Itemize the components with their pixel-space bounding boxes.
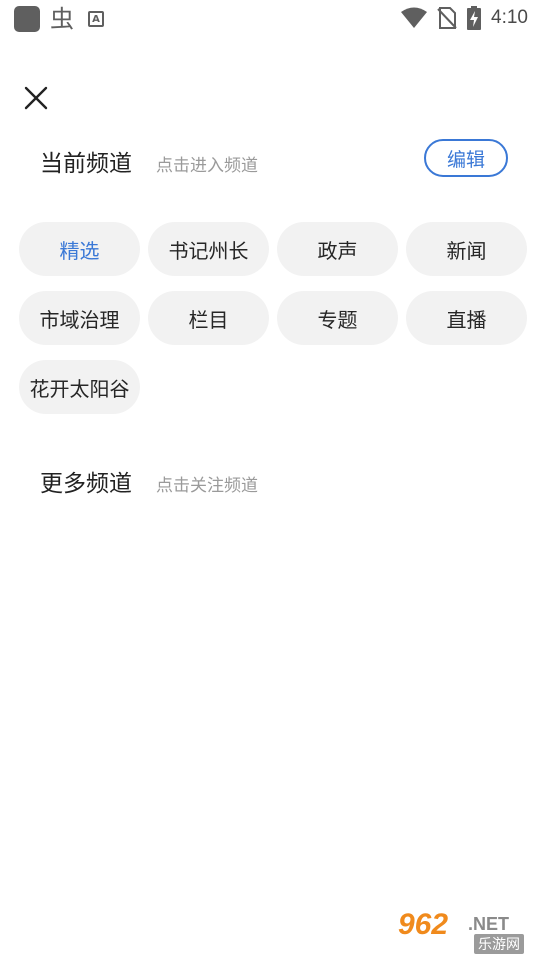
channel-chip[interactable]: 新闻 <box>406 222 527 276</box>
wifi-icon <box>401 7 428 28</box>
current-channels-title: 当前频道 <box>40 151 132 177</box>
more-channels-hint: 点击关注频道 <box>156 476 258 496</box>
battery-charging-icon <box>467 6 482 30</box>
channel-chip[interactable]: 市域治理 <box>19 291 140 345</box>
channel-chip[interactable]: 直播 <box>406 291 527 345</box>
status-bar-right: 4:10 <box>401 4 528 32</box>
current-channels-header: 当前频道 点击进入频道 <box>40 144 258 178</box>
status-bar: 虫 A 4:10 <box>0 0 540 38</box>
channel-chip[interactable]: 精选 <box>19 222 140 276</box>
channel-chip[interactable]: 书记州长 <box>148 222 269 276</box>
edit-button[interactable]: 编辑 <box>424 139 508 177</box>
watermark-cn: 乐游网 <box>474 934 524 954</box>
channel-chip[interactable]: 花开太阳谷 <box>19 360 140 414</box>
watermark-number: 962 <box>398 908 449 941</box>
more-channels-header: 更多频道 点击关注频道 <box>40 464 258 498</box>
more-channels-title: 更多频道 <box>40 471 132 497</box>
channel-manager-screen: 虫 A 4:10 当前频道 点击进入频道 编辑 精选 书记州长 政声 新闻 市域… <box>0 0 540 960</box>
app-icon <box>14 6 40 32</box>
bug-icon: 虫 <box>50 5 74 33</box>
channel-chip[interactable]: 栏目 <box>148 291 269 345</box>
close-icon <box>24 86 48 110</box>
watermark-logo: 962 .NET 乐游网 <box>398 908 534 954</box>
close-button[interactable] <box>22 84 50 112</box>
status-bar-left: 虫 A <box>14 6 104 32</box>
channel-chip[interactable]: 专题 <box>277 291 398 345</box>
current-channels-hint: 点击进入频道 <box>156 156 258 176</box>
clock-time: 4:10 <box>491 7 528 28</box>
current-channels-grid: 精选 书记州长 政声 新闻市域治理 栏目 专题 直播花开太阳谷 <box>19 222 529 414</box>
watermark-domain: .NET <box>468 914 510 934</box>
no-sim-icon <box>437 7 457 29</box>
channel-chip[interactable]: 政声 <box>277 222 398 276</box>
a-badge-icon: A <box>88 11 104 27</box>
